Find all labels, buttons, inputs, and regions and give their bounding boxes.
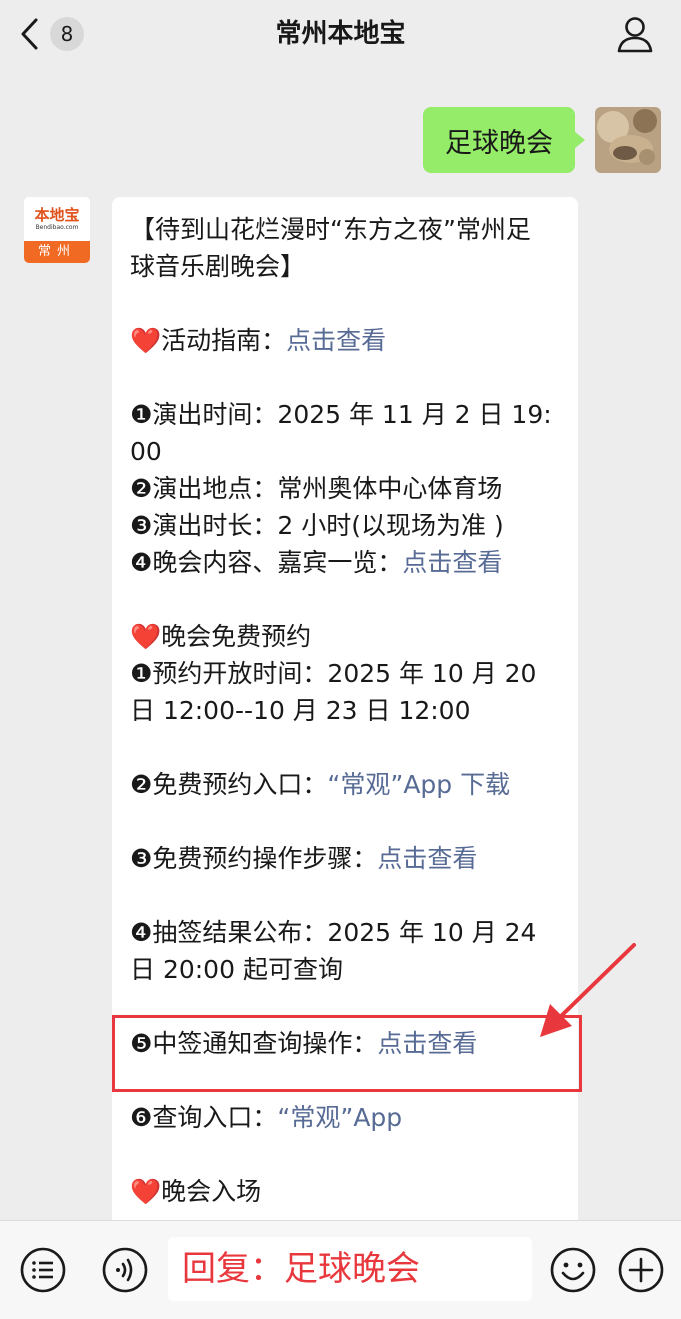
chat-title: 常州本地宝 [275,19,406,49]
steps-line: ❸免费预约操作步骤：点击查看 [130,844,478,873]
message-line: ❷演出地点：常州奥体中心体育场 [130,474,503,503]
content-link[interactable]: 点击查看 [402,548,502,577]
bendibao-avatar[interactable]: 本地宝 Bendibao.com 常州 [24,197,90,263]
message-input[interactable]: 回复：足球晚会 [168,1237,532,1301]
incoming-bubble: 【待到山花烂漫时“东方之夜”常州足 球音乐剧晚会】 ❤️活动指南：点击查看 ❶演… [112,197,578,1237]
user-avatar[interactable] [595,107,661,173]
message-line: 【待到山花烂漫时“东方之夜”常州足 [130,215,531,244]
guide-line: ❤️活动指南：点击查看 [130,326,387,355]
outgoing-bubble[interactable]: 足球晚会 [423,107,585,173]
avatar-logo-text: 本地宝 [34,206,80,224]
notice-link[interactable]: 点击查看 [377,1029,477,1058]
message-line: 00 [130,437,162,466]
top-bar: 8 常州本地宝 [0,0,681,70]
steps-link[interactable]: 点击查看 [377,844,477,873]
message-line: ❹抽签结果公布：2025 年 10 月 24 [130,918,537,947]
message-line: 日 12:00--10 月 23 日 12:00 [130,696,471,725]
menu-toggle-button[interactable] [20,1247,66,1293]
reserve-heading: ❤️晚会免费预约 [130,622,312,651]
content-line: ❹晚会内容、嘉宾一览：点击查看 [130,548,503,577]
message-line: ❸演出时长：2 小时(以现场为准 ) [130,511,504,540]
person-icon [617,17,653,53]
voice-button[interactable] [102,1247,148,1293]
query-app-link[interactable]: “常观”App [277,1103,402,1132]
message-line: 日 20:00 起可查询 [130,955,343,984]
message-line: ❶演出时间：2025 年 11 月 2 日 19: [130,400,552,429]
plus-icon [618,1247,664,1293]
enter-heading: ❤️晚会入场 [130,1177,262,1206]
heart-icon: ❤️ [130,1177,162,1206]
list-icon [20,1247,66,1293]
message-line: ❶预约开放时间：2025 年 10 月 20 [130,659,537,688]
more-button[interactable] [618,1247,664,1293]
voice-icon [102,1247,148,1293]
avatar-city: 常州 [24,241,90,263]
emoji-button[interactable] [550,1247,596,1293]
emoji-icon [550,1247,596,1293]
input-bar: 回复：足球晚会 [0,1220,681,1319]
app-download-link[interactable]: “常观”App 下载 [327,770,510,799]
outgoing-message: 足球晚会 [423,107,661,173]
notice-line: ❺中签通知查询操作：点击查看 [130,1029,478,1058]
avatar-logo-url: Bendibao.com [35,224,79,231]
heart-icon: ❤️ [130,622,162,651]
profile-button[interactable] [615,14,655,54]
entry-line: ❷免费预约入口：“常观”App 下载 [130,770,511,799]
query-line: ❻查询入口：“常观”App [130,1103,403,1132]
heart-icon: ❤️ [130,326,162,355]
guide-link[interactable]: 点击查看 [286,326,386,355]
message-line: 球音乐剧晚会】 [130,252,306,281]
